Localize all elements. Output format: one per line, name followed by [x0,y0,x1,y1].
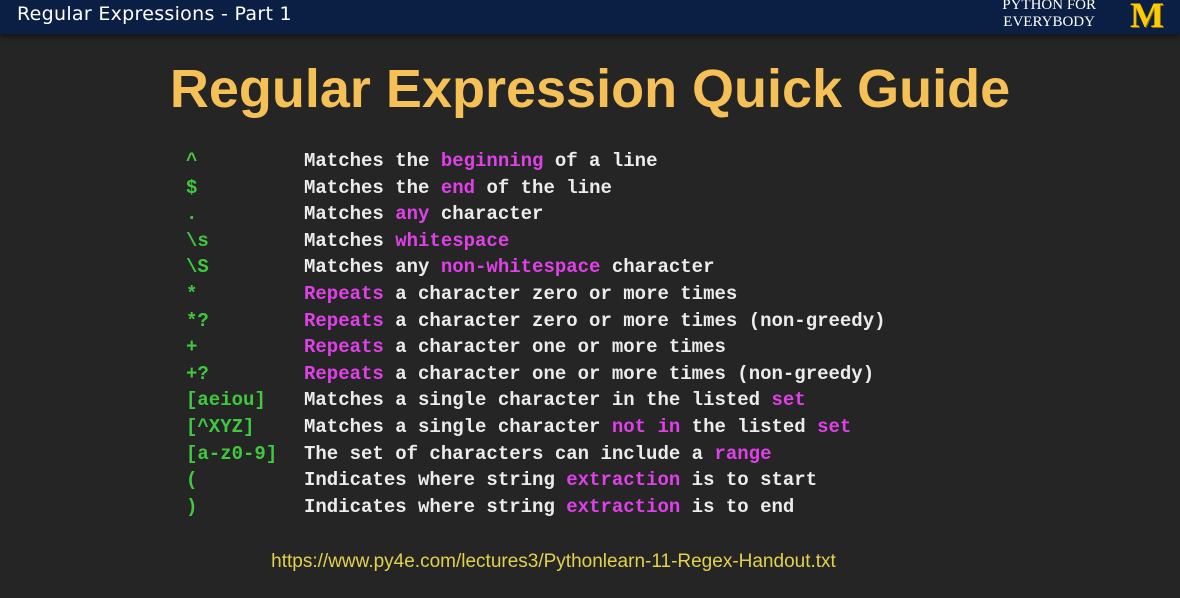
description-text: is to end [680,495,795,518]
description-text: Matches a single character in the listed [304,389,772,412]
description-text: a character zero or more times [383,282,738,305]
highlighted-term: extraction [566,495,681,518]
description-text: a character one or more times (non-greed… [383,362,875,385]
description-text: a character one or more times [383,336,726,359]
regex-symbol: \S [186,256,209,279]
regex-symbol: + [186,336,198,359]
description-text: the listed [680,415,818,438]
highlighted-term: end [440,176,476,199]
slide-title: Regular Expression Quick Guide [169,59,1011,119]
handout-url: https://www.py4e.com/lectures3/Pythonlea… [271,551,836,572]
regex-description: Matches a single character in the listed… [304,387,806,414]
regex-symbol: ) [186,495,198,518]
description-text: Matches [304,229,396,252]
regex-symbol: [aeiou] [186,389,266,412]
video-header-bar: Regular Expressions - Part 1 PYTHON FOR … [0,0,1180,34]
regex-description: Matches the beginning of a line [304,148,657,175]
regex-symbol: * [186,282,198,305]
highlighted-term: beginning [440,150,544,172]
regex-description: Indicates where string extraction is to … [304,467,817,494]
highlighted-term: whitespace [395,229,510,252]
highlighted-term: Repeats [304,309,384,332]
regex-symbol: +? [186,362,209,385]
regex-description: Repeats a character one or more times [304,334,726,361]
highlighted-term: range [714,442,772,465]
regex-description: Repeats a character one or more times (n… [304,361,874,388]
description-text: Matches the [304,176,441,199]
regex-symbol: . [186,203,198,226]
regex-symbol: [^XYZ] [186,415,255,438]
course-brand: PYTHON FOR EVERYBODY [1002,0,1096,31]
regex-symbol: ( [186,469,198,492]
regex-description: Repeats a character zero or more times [304,281,737,308]
regex-symbol: \s [186,229,209,252]
highlighted-term: non-whitespace [440,256,601,279]
description-text: of the line [475,176,612,199]
regex-description: Matches the end of the line [304,175,612,202]
regex-symbol: *? [186,309,209,332]
highlighted-term: Repeats [304,336,384,359]
university-logo: M [1130,0,1164,35]
description-text: is to start [680,469,818,492]
highlighted-term: any [395,203,430,226]
description-text: Indicates where string [304,495,567,518]
description-text: Matches any [304,256,441,279]
description-text: character [600,256,715,279]
regex-symbol: $ [186,176,198,199]
highlighted-term: extraction [566,469,681,492]
description-text: Matches [304,203,396,226]
regex-description: Matches any non-whitespace character [304,254,715,281]
regex-symbol: [a-z0-9] [186,442,278,465]
regex-symbol: ^ [186,150,198,172]
description-text: of a line [543,150,658,172]
description-text: Indicates where string [304,469,567,492]
description-text: Matches the [304,150,441,172]
regex-description: Matches any character [304,201,543,228]
brand-line-1: PYTHON FOR [1002,0,1096,13]
brand-line-2: EVERYBODY [1003,14,1095,30]
description-text: Matches a single character [304,415,612,438]
description-text: The set of characters can include a [304,442,715,465]
regex-description: Repeats a character zero or more times (… [304,308,886,335]
highlighted-term: set [817,415,852,438]
regex-description: The set of characters can include a rang… [304,441,771,468]
regex-description: Matches whitespace [304,228,509,255]
regex-description: Matches a single character not in the li… [304,414,851,441]
highlighted-term: Repeats [304,282,384,305]
highlighted-term: Repeats [304,362,384,385]
regex-description: Indicates where string extraction is to … [304,494,794,521]
video-title: Regular Expressions - Part 1 [17,3,292,25]
highlighted-term: set [771,389,806,412]
highlighted-term: not in [611,415,681,438]
description-text: character [429,203,544,226]
description-text: a character zero or more times (non-gree… [383,309,886,332]
